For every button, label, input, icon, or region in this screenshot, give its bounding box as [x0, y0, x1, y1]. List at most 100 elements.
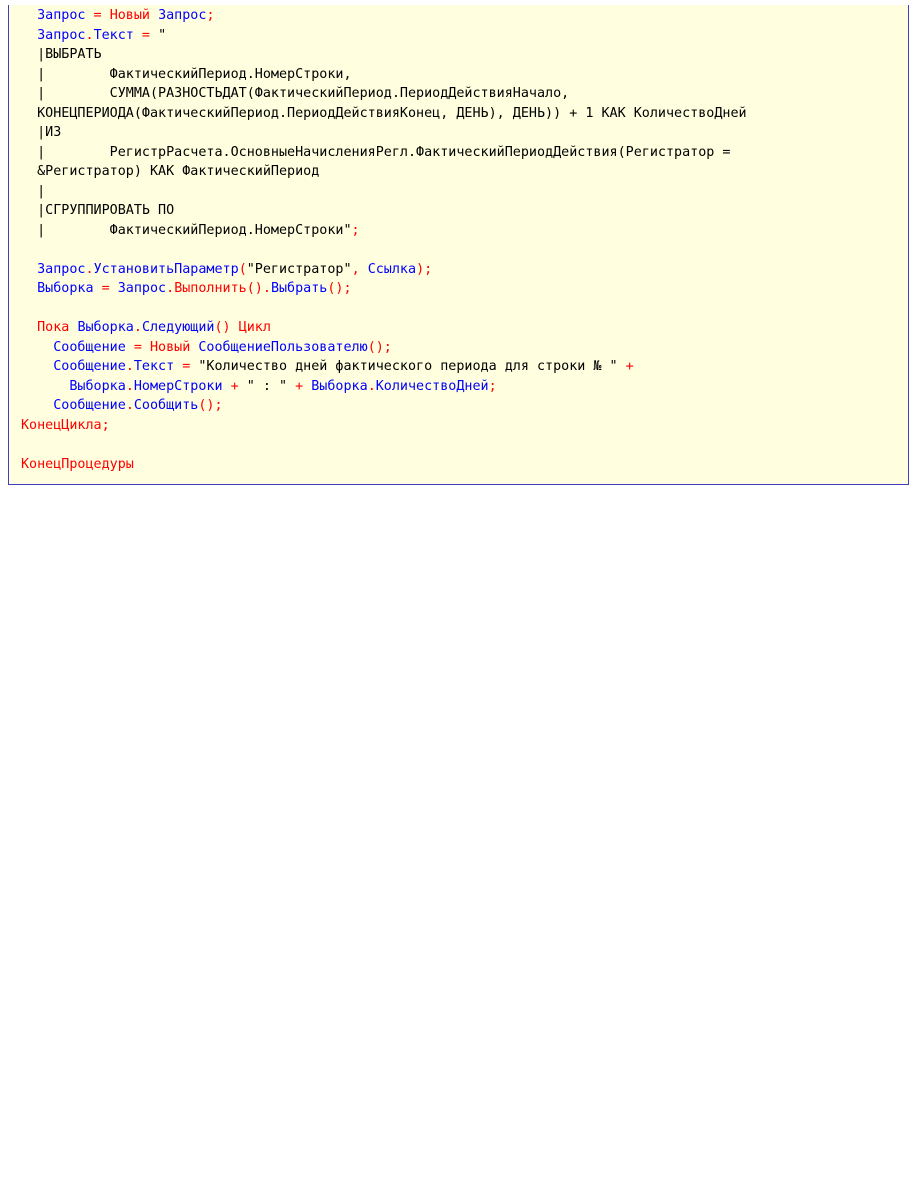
code-token: | РегистрРасчета.ОсновныеНачисленияРегл.… — [21, 144, 731, 160]
code-token: . — [133, 320, 142, 335]
code-line: Выборка.НомерСтроки + " : " + Выборка.Ко… — [21, 377, 908, 397]
code-token: Следующий — [141, 320, 215, 335]
code-line: КонецПроцедуры — [21, 455, 908, 475]
code-line: | СУММА(РАЗНОСТЬДАТ(ФактическийПериод.Пе… — [21, 84, 908, 104]
code-listing: Запрос = Новый Запрос; Запрос.Текст = " … — [8, 5, 909, 485]
code-token: КоличествоДней — [375, 378, 489, 394]
code-token: (); — [327, 281, 352, 296]
code-token: " : " — [246, 378, 288, 394]
code-line: КОНЕЦПЕРИОДА(ФактическийПериод.ПериодДей… — [21, 104, 908, 124]
code-token: Выборка — [69, 378, 126, 394]
code-line: Запрос.УстановитьПараметр("Регистратор",… — [21, 260, 908, 280]
code-token: СообщениеПользователю — [198, 339, 368, 355]
code-token: = — [174, 359, 199, 374]
code-token: . — [125, 359, 134, 374]
code-token: НомерСтроки — [133, 378, 223, 394]
code-line: | ФактическийПериод.НомерСтроки, — [21, 65, 908, 85]
code-token: Новый — [109, 8, 150, 23]
code-token: . — [166, 281, 175, 296]
code-token: . — [367, 378, 376, 394]
code-token: (); — [367, 339, 392, 355]
code-line: | ФактическийПериод.НомерСтроки"; — [21, 221, 908, 241]
code-token: () — [214, 320, 239, 335]
code-line: Сообщение.Текст = "Количество дней факти… — [21, 357, 908, 377]
code-token: . — [125, 398, 134, 413]
code-token: Сообщение — [53, 339, 126, 355]
code-line: Сообщение.Сообщить(); — [21, 396, 908, 416]
code-token: ; — [101, 417, 110, 433]
code-line: |СГРУППИРОВАТЬ ПО — [21, 201, 908, 221]
code-token: = — [125, 339, 150, 355]
code-token: Запрос — [158, 8, 207, 23]
code-token: + — [287, 378, 312, 394]
code-token: Запрос — [117, 281, 167, 296]
code-line: | РегистрРасчета.ОсновныеНачисленияРегл.… — [21, 143, 908, 163]
code-token: КонецПроцедуры — [21, 456, 134, 472]
code-line: КонецЦикла; — [21, 416, 908, 436]
code-token: (); — [198, 398, 223, 413]
code-token: + — [617, 359, 634, 374]
code-line: Пока Выборка.Следующий() Цикл — [21, 318, 908, 338]
code-token: Текст — [93, 27, 134, 43]
code-token: Новый — [150, 339, 191, 355]
code-token: &Регистратор) КАК ФактическийПериод — [21, 164, 320, 179]
code-token: ; — [488, 378, 497, 394]
code-token: "Количество дней фактического периода дл… — [198, 359, 618, 374]
code-token: Сообщить — [133, 398, 199, 413]
code-token: Запрос — [37, 27, 86, 43]
code-token: " — [158, 27, 167, 43]
code-token: Ссылка — [367, 261, 417, 277]
code-token: = — [93, 281, 118, 296]
code-token: + — [222, 378, 247, 394]
code-token: Сообщение — [53, 398, 126, 413]
code-token: ); — [416, 261, 433, 277]
code-token: |ИЗ — [21, 125, 62, 140]
code-lines: Запрос = Новый Запрос; Запрос.Текст = " … — [21, 6, 908, 474]
code-token: Выбрать — [270, 281, 328, 296]
code-token: . — [125, 378, 134, 394]
code-line: Выборка = Запрос.Выполнить().Выбрать(); — [21, 279, 908, 299]
code-token: Выборка — [77, 320, 134, 335]
code-token: КонецЦикла — [21, 417, 102, 433]
code-token: Текст — [133, 359, 175, 374]
code-token: ; — [206, 8, 215, 23]
code-token: . — [85, 27, 94, 43]
code-token: (). — [246, 281, 271, 296]
code-line: | — [21, 182, 908, 202]
code-token: |СГРУППИРОВАТЬ ПО — [21, 203, 175, 218]
code-token: Выборка — [37, 281, 94, 296]
code-line: |ИЗ — [21, 123, 908, 143]
code-token: | СУММА(РАЗНОСТЬДАТ(ФактическийПериод.Пе… — [21, 86, 570, 101]
code-token: Запрос — [37, 261, 86, 277]
code-token: Сообщение — [53, 359, 126, 374]
code-token: УстановитьПараметр — [93, 261, 239, 277]
code-token: |ВЫБРАТЬ — [21, 47, 102, 62]
code-token: Пока — [37, 320, 70, 335]
code-token: ; — [351, 222, 360, 238]
code-token: Цикл — [238, 320, 271, 335]
code-token: | — [21, 183, 46, 199]
code-token: Выборка — [311, 378, 368, 394]
code-token: | ФактическийПериод.НомерСтроки" — [21, 222, 352, 238]
code-token: = — [85, 8, 110, 23]
code-token: КОНЕЦПЕРИОДА(ФактическийПериод.ПериодДей… — [21, 105, 747, 121]
code-token: = — [133, 27, 159, 43]
code-line: Запрос = Новый Запрос; — [21, 6, 908, 26]
code-token: , — [351, 261, 368, 277]
code-line: |ВЫБРАТЬ — [21, 45, 908, 65]
code-token: Запрос — [37, 8, 86, 23]
code-token: "Регистратор" — [246, 261, 352, 277]
code-token: ( — [238, 261, 247, 277]
